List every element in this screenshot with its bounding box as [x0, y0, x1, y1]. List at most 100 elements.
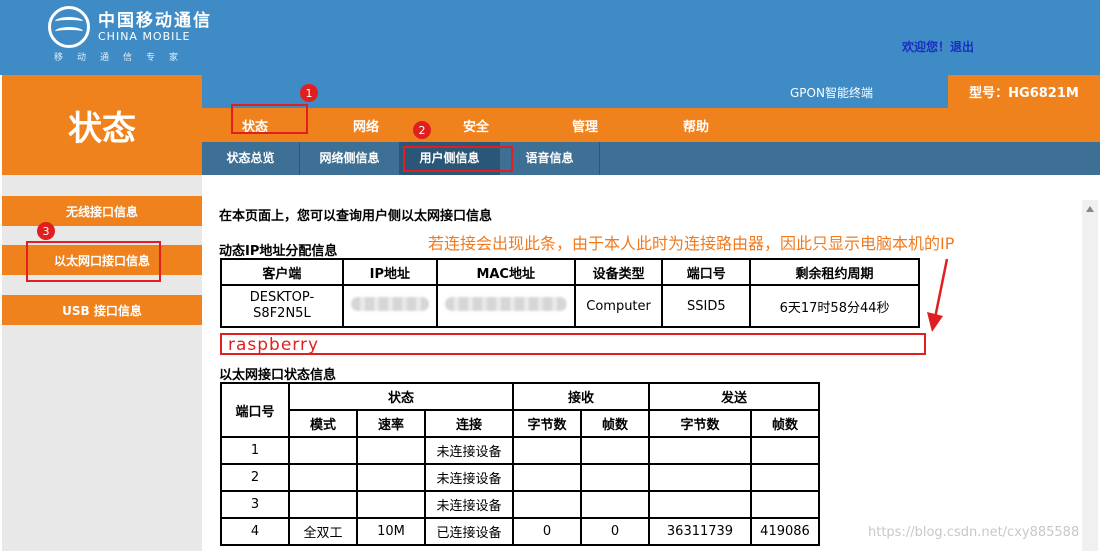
page-title: 状态 [2, 75, 202, 175]
col-mac: MAC地址 [435, 258, 576, 286]
col-rx-frames: 帧数 [580, 409, 650, 438]
main-tab-help[interactable]: 帮助 [683, 116, 709, 135]
rx-frames-cell [580, 463, 650, 492]
mode-cell [288, 463, 358, 492]
annotation-number-1: 1 [300, 84, 318, 102]
annotation-number-3: 3 [37, 222, 55, 240]
col-link: 连接 [424, 409, 514, 438]
rate-cell: 10M [356, 517, 426, 546]
client-name: DESKTOP-S8F2N5L [220, 284, 344, 328]
annotation-box-ethernet [26, 241, 161, 282]
col-ip: IP地址 [341, 258, 438, 286]
annotation-number-2: 2 [413, 121, 431, 139]
tx-frames-cell [750, 463, 820, 492]
side-item-usb[interactable]: USB 接口信息 [2, 295, 202, 325]
table-row: 2 未连接设备 [220, 463, 820, 492]
tx-frames-cell [750, 490, 820, 519]
col-receive: 接收 [512, 382, 650, 411]
tx-bytes-cell [648, 436, 752, 465]
rx-frames-cell [580, 436, 650, 465]
link-cell: 已连接设备 [424, 517, 514, 546]
gpon-label: GPON智能终端 [790, 86, 873, 100]
side-item-wireless[interactable]: 无线接口信息 [2, 196, 202, 226]
col-rx-bytes: 字节数 [512, 409, 582, 438]
col-rate: 速率 [356, 409, 426, 438]
table-row: 4 全双工 10M 已连接设备 0 0 36311739 419086 [220, 517, 820, 546]
eth-section-title: 以太网接口状态信息 [219, 368, 337, 383]
mode-cell: 全双工 [288, 517, 358, 546]
rx-bytes-cell [512, 463, 582, 492]
col-port: 端口号 [661, 258, 752, 286]
logo-cn-text: 中国移动通信 [98, 10, 212, 31]
vertical-scrollbar[interactable] [1082, 200, 1098, 551]
rx-frames-cell [580, 490, 650, 519]
port-value: SSID5 [661, 284, 752, 328]
sub-tab-overview[interactable]: 状态总览 [202, 142, 300, 175]
china-mobile-logo-icon [48, 6, 90, 48]
col-device-type: 设备类型 [573, 258, 664, 286]
tx-bytes-cell [648, 463, 752, 492]
sub-tab-network-side[interactable]: 网络侧信息 [300, 142, 400, 175]
link-cell: 未连接设备 [424, 436, 514, 465]
rate-cell [356, 490, 426, 519]
col-tx-bytes: 字节数 [648, 409, 752, 438]
device-type: Computer [573, 284, 664, 328]
annotation-note: 若连接会出现此条，由于本人此时为连接路由器，因此只显示电脑本机的IP [428, 234, 955, 253]
side-panel [2, 175, 202, 551]
dhcp-table: 客户端 IP地址 MAC地址 设备类型 端口号 剩余租约周期 DESKTOP-S… [220, 258, 920, 328]
eth-table: 端口号 状态 接收 发送 模式 速率 连接 字节数 帧数 字节数 帧数 1 未连… [220, 382, 820, 546]
col-status: 状态 [288, 382, 514, 411]
mode-cell [288, 436, 358, 465]
port-cell: 2 [220, 463, 290, 492]
annotation-box-raspberry [220, 333, 926, 355]
tx-frames-cell [750, 436, 820, 465]
table-row: 3 未连接设备 [220, 490, 820, 519]
link-cell: 未连接设备 [424, 463, 514, 492]
logo-slogan: 移动通信专家 [54, 53, 193, 63]
rx-bytes-cell: 0 [512, 517, 582, 546]
rate-cell [356, 463, 426, 492]
china-mobile-logo: 中国移动通信 CHINA MOBILE 移动通信专家 [48, 6, 212, 63]
rx-bytes-cell [512, 436, 582, 465]
rx-bytes-cell [512, 490, 582, 519]
watermark: https://blog.csdn.net/cxy885588 [868, 525, 1080, 540]
ip-redacted [341, 284, 438, 328]
main-nav: 状态 网络 安全 管理 帮助 [202, 108, 1100, 142]
main-tab-network[interactable]: 网络 [353, 116, 379, 135]
logout-link[interactable]: 退出 [950, 40, 974, 54]
device-info-bar: GPON智能终端 型号：HG6821M [202, 75, 1100, 108]
scroll-up-arrow-icon[interactable] [1086, 206, 1094, 212]
rx-frames-cell: 0 [580, 517, 650, 546]
annotation-box-status [231, 104, 308, 134]
sub-nav: 状态总览 网络侧信息 用户侧信息 语音信息 [202, 142, 1100, 175]
logo-en-text: CHINA MOBILE [98, 29, 191, 43]
annotation-box-user-side [403, 146, 513, 172]
col-send: 发送 [648, 382, 820, 411]
tx-bytes-cell: 36311739 [648, 517, 752, 546]
port-cell: 1 [220, 436, 290, 465]
tx-frames-cell: 419086 [750, 517, 820, 546]
table-row: DESKTOP-S8F2N5L Computer SSID5 6天17时58分4… [220, 284, 920, 328]
port-cell: 4 [220, 517, 290, 546]
annotation-raspberry: raspberry [228, 335, 320, 355]
table-row: 1 未连接设备 [220, 436, 820, 465]
main-tab-manage[interactable]: 管理 [572, 116, 598, 135]
welcome-text: 欢迎您！ [902, 40, 951, 54]
sub-tab-voice[interactable]: 语音信息 [500, 142, 600, 175]
model-label: 型号：HG6821M [948, 75, 1100, 108]
tx-bytes-cell [648, 490, 752, 519]
col-mode: 模式 [288, 409, 358, 438]
rate-cell [356, 436, 426, 465]
lease-value: 6天17时58分44秒 [749, 284, 920, 328]
welcome-area: 欢迎您！退出 [902, 38, 974, 55]
annotation-arrow-icon [927, 258, 949, 332]
port-cell: 3 [220, 490, 290, 519]
col-port-no: 端口号 [220, 382, 290, 438]
dhcp-section-title: 动态IP地址分配信息 [219, 244, 338, 259]
col-lease: 剩余租约周期 [749, 258, 920, 286]
main-tab-security[interactable]: 安全 [463, 116, 489, 135]
top-header: 中国移动通信 CHINA MOBILE 移动通信专家 欢迎您！退出 [0, 0, 1100, 75]
mode-cell [288, 490, 358, 519]
page-intro: 在本页面上，您可以查询用户侧以太网接口信息 [219, 209, 493, 224]
mac-redacted [435, 284, 576, 328]
